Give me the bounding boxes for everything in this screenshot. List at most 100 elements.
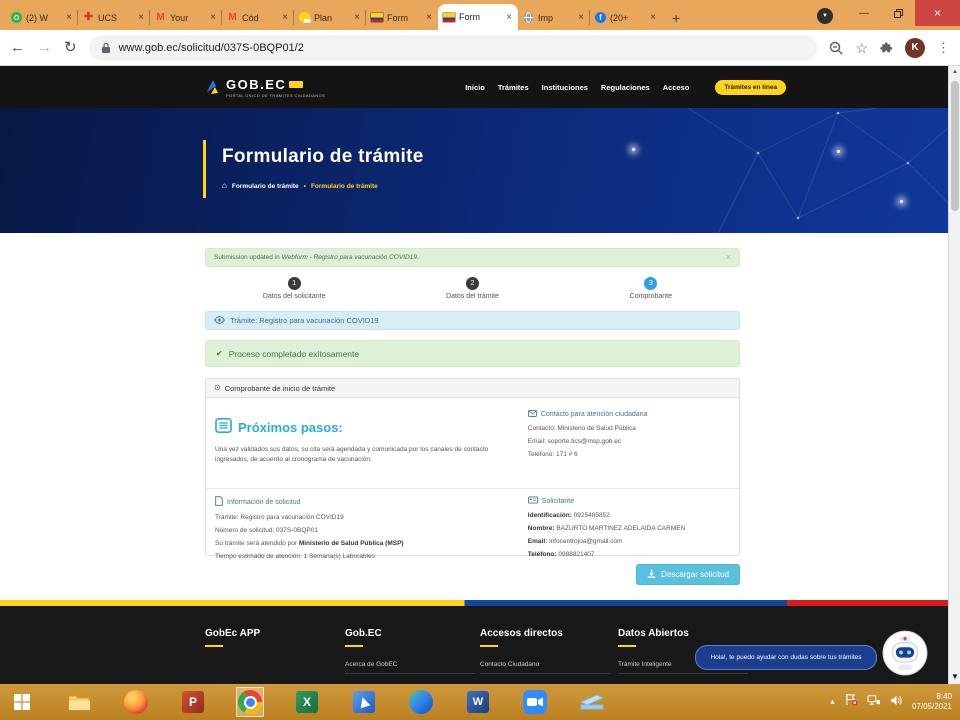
screen: (2) W × ✚ UCS × M Your × M Cód × Plan × … <box>0 0 960 720</box>
network-icon[interactable] <box>867 693 881 711</box>
next-steps-title: Próximos pasos: <box>215 418 512 436</box>
lock-icon[interactable] <box>101 42 111 54</box>
gobec-logo[interactable]: GOB.EC PORTAL ÚNICO DE TRÁMITES CIUDADAN… <box>205 77 325 98</box>
powerpoint-button[interactable]: P <box>179 687 207 717</box>
window-minimize-button[interactable]: — <box>847 0 881 26</box>
nav-item-tramites[interactable]: Trámites <box>498 83 529 92</box>
zoom-app-button[interactable] <box>521 687 549 717</box>
step-comprobante[interactable]: 3 Comprobante <box>562 277 740 300</box>
forward-button[interactable]: → <box>37 40 52 55</box>
page-title: Formulario de trámite <box>222 146 424 168</box>
home-icon: ⌂ <box>222 182 227 190</box>
yellow-accent-bar <box>203 140 206 198</box>
document-icon <box>215 496 223 508</box>
tab-close-icon[interactable]: × <box>577 12 585 23</box>
breadcrumb-parent[interactable]: Formulario de trámite <box>232 183 299 190</box>
footer-column-gobec: Gob.EC Acerca de GobEC <box>345 628 475 674</box>
logo-text: GOB.EC <box>226 77 286 92</box>
reload-button[interactable]: ↻ <box>64 40 77 55</box>
nav-item-instituciones[interactable]: Instituciones <box>542 83 588 92</box>
taskbar-clock[interactable]: 8:40 07/05/2021 <box>912 692 952 713</box>
browser-tab-facebook[interactable]: f (20+ × <box>590 5 662 30</box>
firefox-icon <box>124 690 148 714</box>
tray-up-arrow-icon[interactable]: ▲ <box>829 699 836 706</box>
tab-label: Form <box>387 13 421 23</box>
tab-label: UCS <box>98 13 133 23</box>
tab-close-icon[interactable]: × <box>505 12 513 23</box>
tab-close-icon[interactable]: × <box>137 12 145 23</box>
panel-header: ⊙ Comprobante de inicio de trámite <box>206 379 739 398</box>
page-banner: Formulario de trámite ⌂ Formulario de tr… <box>0 108 948 233</box>
browser-tab-whatsapp[interactable]: (2) W × <box>6 5 78 30</box>
zoom-out-icon[interactable] <box>829 41 843 55</box>
profile-avatar[interactable]: K <box>905 38 925 58</box>
alert-close-icon[interactable]: × <box>726 253 731 262</box>
glow-dot <box>837 150 840 153</box>
step-datos-tramite[interactable]: 2 Datos del trámite <box>383 277 561 300</box>
browser-tab-plan[interactable]: Plan × <box>294 5 366 30</box>
gmail-icon: M <box>227 12 238 23</box>
firefox-button[interactable] <box>122 687 150 717</box>
notification-flag-icon[interactable] <box>845 693 858 711</box>
tab-close-icon[interactable]: × <box>281 12 289 23</box>
download-request-button[interactable]: Descargar solicitud <box>636 564 740 585</box>
browser-menu-icon[interactable]: ⋮ <box>937 41 950 54</box>
tab-label: Your <box>170 13 205 23</box>
paint3d-button[interactable] <box>350 687 378 717</box>
site-footer: GobEc APP DISPONIBLE ENGoogle Play Gob.E… <box>0 600 948 684</box>
windows-logo-icon <box>14 694 30 710</box>
chrome-icon <box>238 690 262 714</box>
extensions-puzzle-icon[interactable] <box>880 41 893 54</box>
speaker-icon[interactable] <box>890 693 903 711</box>
start-button[interactable] <box>8 687 36 717</box>
back-button[interactable]: ← <box>10 40 25 55</box>
address-bar[interactable]: www.gob.ec/solicitud/037S-0BQP01/2 <box>89 35 818 61</box>
edge-icon <box>409 690 433 714</box>
comprobante-panel: ⊙ Comprobante de inicio de trámite Próxi… <box>205 378 740 556</box>
file-explorer-button[interactable] <box>65 687 93 717</box>
browser-tab-ucs[interactable]: ✚ UCS × <box>78 5 150 30</box>
word-icon: W <box>467 691 489 713</box>
step-datos-solicitante[interactable]: 1 Datos del solicitante <box>205 277 383 300</box>
browser-tab-imp[interactable]: Imp × <box>518 5 590 30</box>
new-tab-button[interactable]: + <box>672 10 680 26</box>
tramites-en-linea-button[interactable]: Trámites en línea <box>715 80 786 95</box>
scanner-app-button[interactable] <box>578 687 606 717</box>
success-bar: ✔ Proceso completado exitosamente <box>205 340 740 367</box>
robot-assistant-icon[interactable] <box>882 630 928 681</box>
footer-link-contacto[interactable]: Contacto Ciudadano <box>480 661 610 674</box>
word-button[interactable]: W <box>464 687 492 717</box>
tab-close-icon[interactable]: × <box>209 12 217 23</box>
scroll-up-icon[interactable]: ▲ <box>949 69 960 75</box>
tab-close-icon[interactable]: × <box>353 12 361 23</box>
nav-item-acceso[interactable]: Acceso <box>663 83 690 92</box>
browser-tab-form-active[interactable]: Form × <box>438 4 518 30</box>
url-text: www.gob.ec/solicitud/037S-0BQP01/2 <box>119 42 304 54</box>
footer-link-acerca[interactable]: Acerca de GobEC <box>345 661 475 674</box>
applicant-line: Email: infocentrojoa@gmail.com <box>528 538 731 545</box>
bookmark-star-icon[interactable]: ☆ <box>855 41 868 55</box>
browser-tab-form-1[interactable]: Form × <box>366 5 438 30</box>
edge-button[interactable] <box>407 687 435 717</box>
chrome-button-active[interactable] <box>236 687 264 717</box>
window-restore-button[interactable] <box>881 0 915 26</box>
browser-tab-gmail-2[interactable]: M Cód × <box>222 5 294 30</box>
chatbot-bubble[interactable]: Hola!, te puedo ayudar con dudas sobre t… <box>695 645 877 670</box>
zoom-app-icon <box>523 690 547 714</box>
chrome-profile-button[interactable]: ▼ <box>817 8 833 24</box>
tab-close-icon[interactable]: × <box>425 12 433 23</box>
tab-close-icon[interactable]: × <box>649 12 657 23</box>
scrollbar-thumb[interactable] <box>951 81 959 211</box>
excel-button[interactable]: X <box>293 687 321 717</box>
yellow-underline <box>205 645 223 647</box>
applicant-line: Teléfono: 0988821407 <box>528 551 731 558</box>
paint3d-icon <box>353 691 375 713</box>
nav-item-inicio[interactable]: Inicio <box>465 83 485 92</box>
page-scrollbar[interactable]: ▲ ▼ <box>948 66 960 684</box>
window-close-button[interactable]: × <box>915 0 960 26</box>
browser-tab-gmail-1[interactable]: M Your × <box>150 5 222 30</box>
tab-close-icon[interactable]: × <box>65 12 73 23</box>
contact-line: Email: soporte.tics@msp.gob.ec <box>528 438 731 445</box>
nav-item-regulaciones[interactable]: Regulaciones <box>601 83 650 92</box>
scroll-down-icon[interactable]: ▼ <box>949 672 960 681</box>
